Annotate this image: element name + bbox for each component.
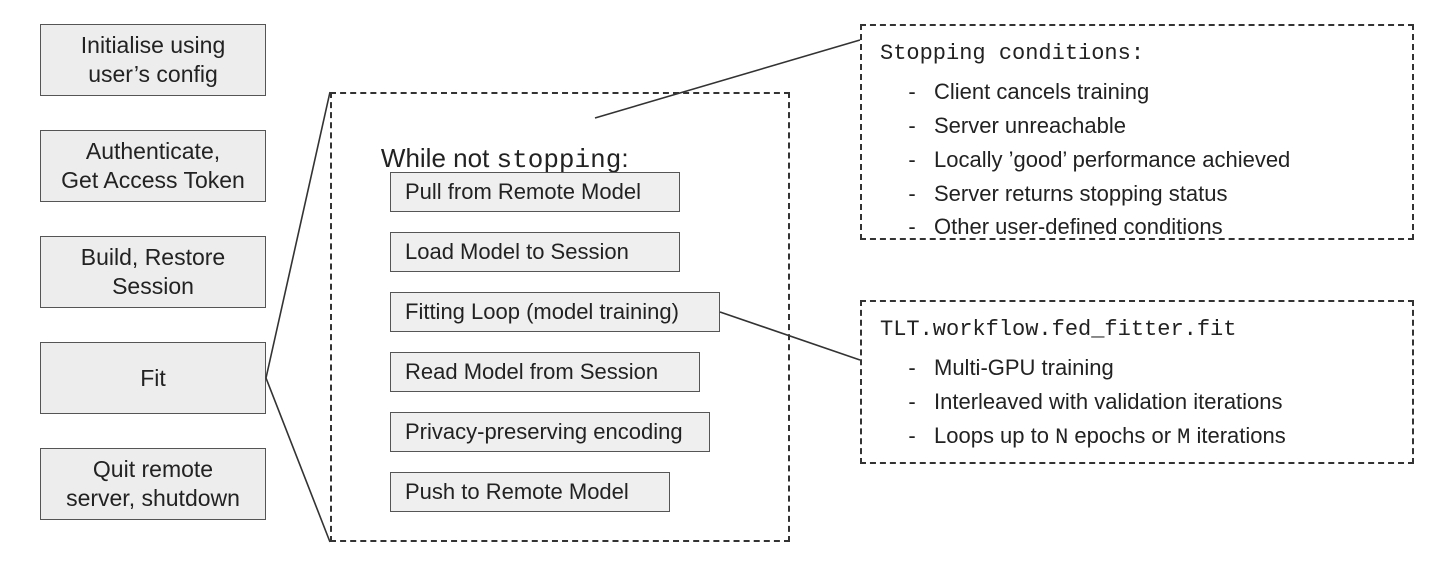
step-fit: Fit: [40, 342, 266, 414]
step-authenticate: Authenticate,Get Access Token: [40, 130, 266, 202]
loop-step-privacy: Privacy-preserving encoding: [390, 412, 710, 452]
step-initialise: Initialise usinguser’s config: [40, 24, 266, 96]
step-label: Authenticate,Get Access Token: [61, 137, 245, 195]
step-label: Initialise usinguser’s config: [81, 31, 225, 89]
step-quit: Quit remoteserver, shutdown: [40, 448, 266, 520]
step-label: Quit remoteserver, shutdown: [66, 455, 240, 513]
loop-step-push: Push to Remote Model: [390, 472, 670, 512]
step-label: Fit: [140, 364, 166, 393]
step-label: Build, RestoreSession: [81, 243, 225, 301]
loop-step-fitting: Fitting Loop (model training): [390, 292, 720, 332]
fit-loops-item: Loops up to N epochs or M iterations: [934, 420, 1400, 454]
loop-step-load: Load Model to Session: [390, 232, 680, 272]
fit-detail-note: TLT.workflow.fed_fitter.fit Multi-GPU tr…: [880, 312, 1400, 456]
step-build-restore: Build, RestoreSession: [40, 236, 266, 308]
loop-step-read: Read Model from Session: [390, 352, 700, 392]
loop-step-pull: Pull from Remote Model: [390, 172, 680, 212]
stopping-conditions-note: Stopping conditions: Client cancels trai…: [880, 36, 1400, 245]
